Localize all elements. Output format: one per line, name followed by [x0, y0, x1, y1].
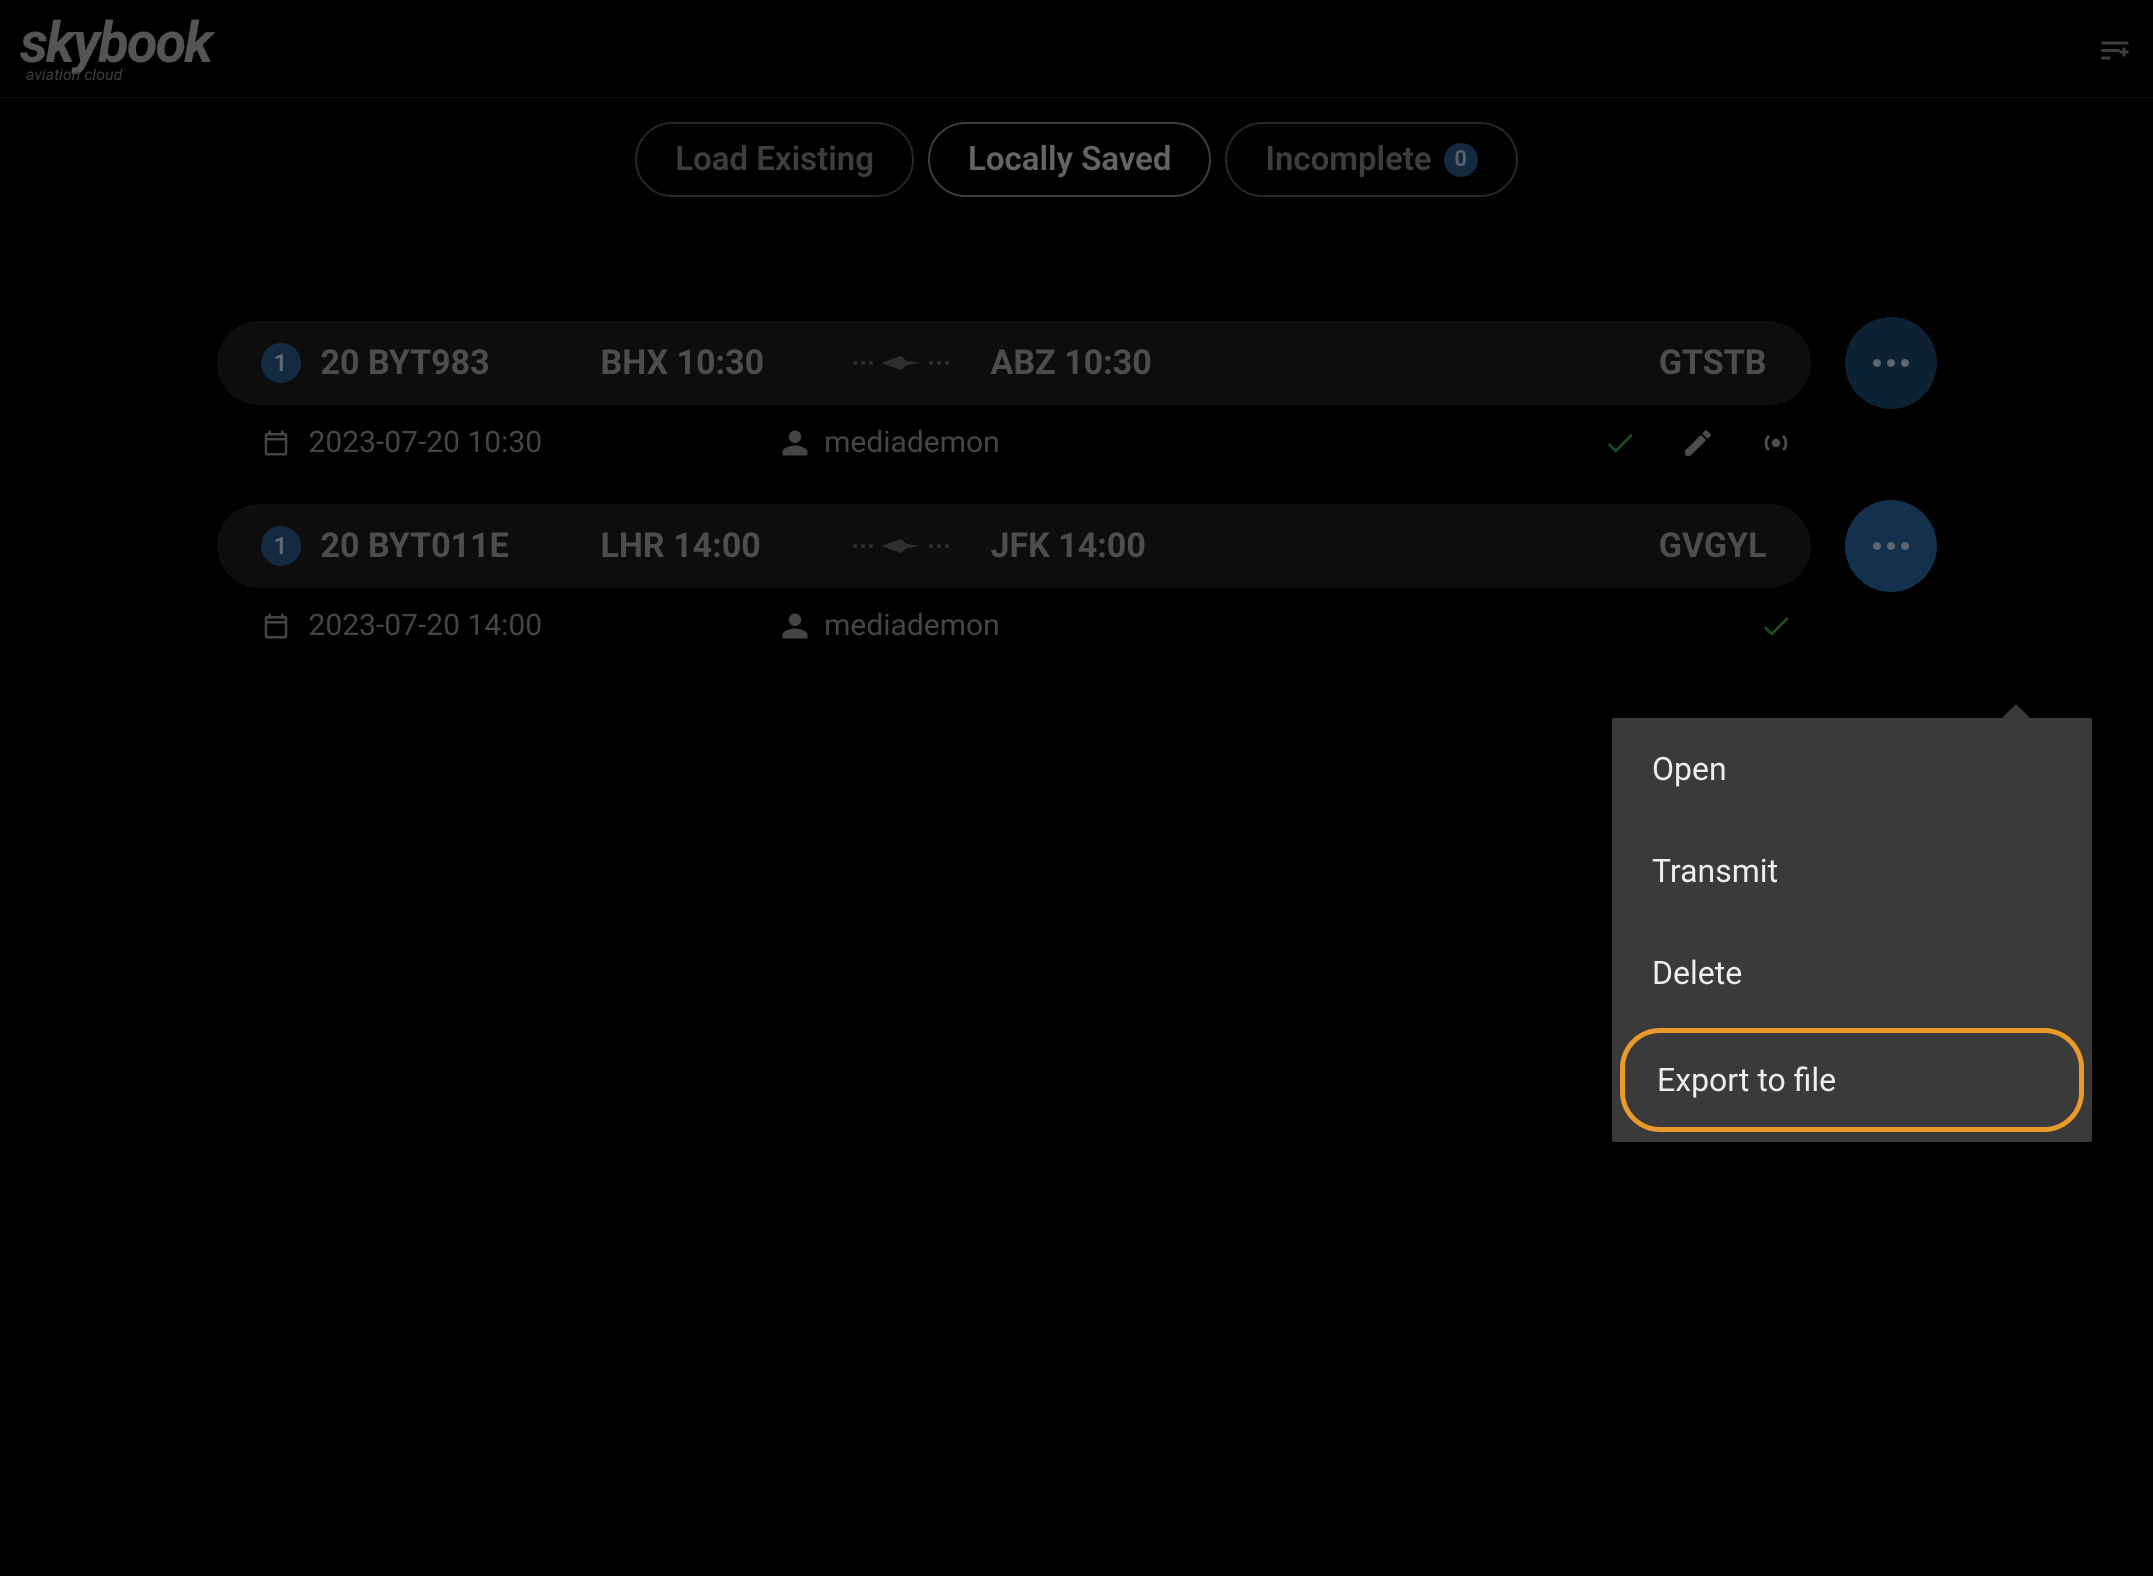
flight-meta: 2023-07-20 10:30 mediademon — [217, 425, 1937, 500]
flight-list: 1 20 BYT983 BHX 10:30 ABZ 10:30 GTSTB 20… — [217, 317, 1937, 683]
person-icon — [780, 428, 810, 458]
tab-load-existing[interactable]: Load Existing — [635, 122, 914, 197]
actions-menu: Open Transmit Delete Export to file — [1612, 718, 2092, 1142]
menu-item-transmit[interactable]: Transmit — [1612, 820, 2092, 922]
arrival: ABZ 10:30 — [991, 343, 1201, 383]
flight-row: 1 20 BYT983 BHX 10:30 ABZ 10:30 GTSTB — [217, 317, 1937, 409]
flight-card[interactable]: 1 20 BYT011E LHR 14:00 JFK 14:00 GVGYL — [217, 504, 1811, 588]
person-icon — [780, 611, 810, 641]
tab-label: Load Existing — [675, 140, 874, 179]
menu-item-delete[interactable]: Delete — [1612, 922, 2092, 1024]
brand-logo: skybook aviation cloud — [20, 15, 211, 83]
tab-locally-saved[interactable]: Locally Saved — [928, 122, 1211, 197]
pencil-icon[interactable] — [1681, 426, 1715, 460]
broadcast-icon[interactable] — [1759, 426, 1793, 460]
sequence-badge: 1 — [261, 343, 301, 383]
plane-icon — [841, 531, 961, 561]
tab-incomplete[interactable]: Incomplete 0 — [1225, 122, 1517, 197]
flight-row: 1 20 BYT011E LHR 14:00 JFK 14:00 GVGYL — [217, 500, 1937, 592]
flight-id: 20 BYT011E — [321, 526, 601, 566]
app-header: skybook aviation cloud — [0, 0, 2153, 98]
menu-item-label: Delete — [1652, 954, 1742, 992]
tail-number: GVGYL — [1659, 526, 1767, 566]
plane-icon — [841, 348, 961, 378]
incomplete-count-badge: 0 — [1444, 143, 1478, 177]
menu-item-label: Open — [1652, 750, 1727, 788]
calendar-icon — [261, 428, 291, 458]
saved-date: 2023-07-20 10:30 — [309, 425, 543, 460]
calendar-icon — [261, 611, 291, 641]
menu-item-open[interactable]: Open — [1612, 718, 2092, 820]
departure: LHR 14:00 — [601, 526, 811, 566]
flight-id: 20 BYT983 — [321, 343, 601, 383]
saved-by-user: mediademon — [824, 608, 1000, 643]
menu-item-export[interactable]: Export to file — [1620, 1028, 2084, 1132]
menu-item-label: Transmit — [1652, 852, 1778, 890]
sequence-badge: 1 — [261, 526, 301, 566]
arrival: JFK 14:00 — [991, 526, 1201, 566]
saved-by-user: mediademon — [824, 425, 1000, 460]
flight-meta: 2023-07-20 14:00 mediademon — [217, 608, 1937, 683]
check-icon — [1759, 609, 1793, 643]
tab-label: Locally Saved — [968, 140, 1171, 179]
filter-tabs: Load Existing Locally Saved Incomplete 0 — [0, 122, 2153, 197]
check-icon — [1603, 426, 1637, 460]
menu-item-label: Export to file — [1657, 1061, 1836, 1099]
more-actions-button[interactable] — [1845, 317, 1937, 409]
saved-date: 2023-07-20 14:00 — [309, 608, 543, 643]
tail-number: GTSTB — [1659, 343, 1767, 383]
brand-name: skybook — [20, 15, 211, 71]
more-actions-button[interactable] — [1845, 500, 1937, 592]
settings-icon[interactable] — [2097, 31, 2133, 67]
brand-tagline: aviation cloud — [20, 67, 211, 83]
flight-card[interactable]: 1 20 BYT983 BHX 10:30 ABZ 10:30 GTSTB — [217, 321, 1811, 405]
tab-label: Incomplete — [1265, 140, 1431, 179]
departure: BHX 10:30 — [601, 343, 811, 383]
